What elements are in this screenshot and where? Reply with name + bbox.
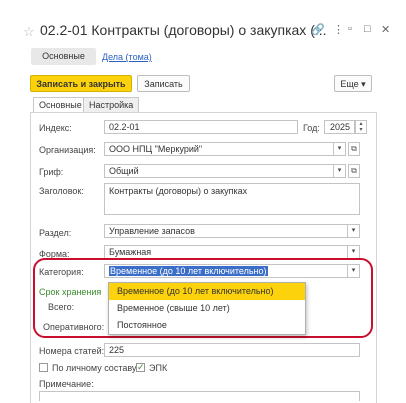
note-label: Примечание: <box>39 379 94 389</box>
chevron-down-icon: ▾ <box>361 79 366 89</box>
dropdown-option[interactable]: Постоянное <box>109 317 305 334</box>
form-input[interactable]: Бумажная <box>104 245 348 259</box>
year-stepper[interactable]: ▴ ▾ <box>355 120 367 134</box>
more-label: Еще <box>340 79 359 89</box>
form-dropdown-icon[interactable]: ▾ <box>348 245 360 259</box>
more-icon[interactable]: ⋮ <box>333 23 344 36</box>
grif-dropdown-icon[interactable]: ▾ <box>334 164 346 178</box>
close-icon[interactable]: ✕ <box>381 23 390 36</box>
tab-main[interactable]: Основные <box>33 97 88 113</box>
section-label: Раздел: <box>39 228 72 238</box>
window-title: 02.2-01 Контракты (договоры) о закупках … <box>40 22 327 38</box>
articles-label: Номера статей: <box>39 346 105 356</box>
org-label: Организация: <box>39 145 96 155</box>
storage-group-title: Срок хранения <box>39 287 102 297</box>
section-input[interactable]: Управление запасов <box>104 224 348 238</box>
category-dropdown-icon[interactable]: ▾ <box>348 264 360 278</box>
total-label: Всего: <box>48 302 75 312</box>
epk-checkbox[interactable]: ✓ <box>136 363 145 372</box>
tab-settings[interactable]: Настройка <box>83 97 140 112</box>
personal-checkbox[interactable] <box>39 363 48 372</box>
favorite-star-icon[interactable]: ☆ <box>23 24 35 40</box>
operative-label: Оперативного: <box>43 322 105 332</box>
note-textarea[interactable] <box>39 391 360 401</box>
org-input[interactable]: ООО НПЦ "Меркурий" <box>104 142 334 156</box>
title-label: Заголовок: <box>39 186 84 196</box>
save-button[interactable]: Записать <box>137 75 190 92</box>
grif-input[interactable]: Общий <box>104 164 334 178</box>
year-input[interactable]: 2025 <box>324 120 355 134</box>
personal-label: По личному составу <box>52 363 137 373</box>
nav-cases-link[interactable]: Дела (тома) <box>102 52 152 62</box>
articles-input[interactable]: 225 <box>104 343 360 357</box>
grif-open-icon[interactable]: ⧉ <box>348 164 360 178</box>
more-button[interactable]: Еще ▾ <box>334 75 372 92</box>
maximize-icon[interactable]: □ <box>364 23 371 35</box>
org-open-icon[interactable]: ⧉ <box>348 142 360 156</box>
save-close-button[interactable]: Записать и закрыть <box>30 75 132 92</box>
year-label: Год: <box>303 123 320 133</box>
index-label: Индекс: <box>39 123 72 133</box>
minimize-icon[interactable]: ▫ <box>348 23 352 35</box>
link-icon[interactable]: 🔗 <box>311 23 325 36</box>
category-dropdown-list: Временное (до 10 лет включительно) Време… <box>108 282 306 335</box>
epk-label: ЭПК <box>149 363 168 373</box>
section-dropdown-icon[interactable]: ▾ <box>348 224 360 238</box>
org-dropdown-icon[interactable]: ▾ <box>334 142 346 156</box>
category-label: Категория: <box>39 267 84 277</box>
index-input[interactable]: 02.2-01 <box>104 120 298 134</box>
nav-main[interactable]: Основные <box>31 48 96 65</box>
dropdown-option[interactable]: Временное (свыше 10 лет) <box>109 300 305 317</box>
category-selected-text: Временное (до 10 лет включительно) <box>109 266 268 276</box>
title-textarea[interactable]: Контракты (договоры) о закупках <box>104 183 360 215</box>
grif-label: Гриф: <box>39 167 64 177</box>
category-input[interactable]: Временное (до 10 лет включительно) <box>104 264 348 278</box>
dropdown-option[interactable]: Временное (до 10 лет включительно) <box>109 283 305 300</box>
